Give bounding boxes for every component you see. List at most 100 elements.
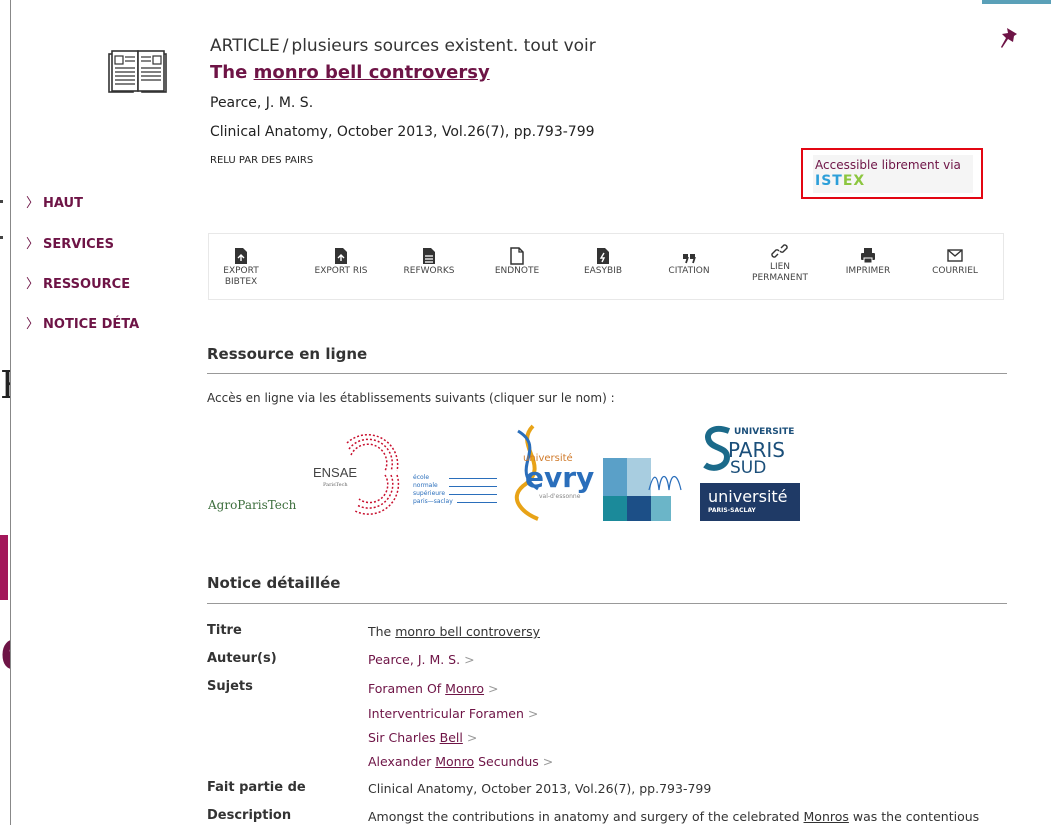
evry-logo-text: evry	[525, 461, 595, 494]
record-source: Clinical Anatomy, October 2013, Vol.26(7…	[210, 124, 595, 140]
background-dot	[0, 236, 3, 239]
ens-paris-saclay-logo[interactable]: école normale supérieure paris—saclay	[407, 466, 503, 521]
paris-saclay-text: PARIS-SACLAY	[708, 507, 756, 514]
nav-item-ressource[interactable]: 〉 RESSOURCE	[26, 273, 130, 292]
endnote-button[interactable]: ENDNOTE	[489, 244, 545, 277]
paris-sud-sud: SUD	[730, 458, 767, 478]
istex-access-label: Accessible librement via	[815, 158, 961, 172]
subject-text: Interventricular Foramen	[368, 706, 524, 721]
title-prefix: The	[368, 624, 396, 639]
univ-paris-sud-logo[interactable]: UNIVERSITE PARIS SUD université PARIS-SA…	[700, 425, 800, 521]
logo-square	[651, 496, 671, 521]
easybib-icon	[597, 248, 609, 264]
subject-text-underlined: Bell	[439, 730, 463, 745]
subject-text-underlined: Monro	[435, 754, 475, 769]
field-value-titre: The monro bell controversy	[368, 624, 540, 639]
ensae-logo-text: ENSAE	[313, 465, 358, 480]
univ-versailles-logo[interactable]	[603, 458, 697, 521]
title-link[interactable]: monro bell controversy	[395, 624, 540, 639]
toolbar-label: IMPRIMER	[845, 266, 891, 276]
subject-text: Sir Charles	[368, 730, 440, 745]
author-link[interactable]: Pearce, J. M. S. >	[368, 652, 475, 667]
nav-item-label: RESSOURCE	[43, 277, 131, 292]
chevron-right-icon: 〉	[26, 237, 40, 252]
detailed-record-heading: Notice détaillée	[207, 574, 341, 592]
field-label-description: Description	[207, 808, 292, 823]
refworks-icon	[423, 248, 435, 264]
nav-item-notice[interactable]: 〉 NOTICE DÉTA	[26, 313, 141, 332]
author-link-text: Pearce, J. M. S.	[368, 652, 461, 667]
ens-logo-line-deco	[449, 478, 497, 479]
quote-icon	[683, 254, 696, 264]
univ-evry-logo[interactable]: université evry val-d'essonne	[503, 421, 603, 521]
all-sources-link[interactable]: plusieurs sources existent. tout voir	[291, 36, 595, 56]
ens-logo-line-deco	[449, 494, 497, 495]
logo-square	[627, 496, 651, 521]
export-ris-button[interactable]: EXPORT RIS	[309, 244, 373, 277]
field-label-titre: Titre	[207, 623, 242, 638]
ens-logo-line: supérieure	[413, 490, 446, 497]
nav-item-label: HAUT	[43, 196, 83, 211]
subject-link[interactable]: Foramen Of Monro >	[368, 681, 499, 696]
permalink-button[interactable]: LIEN PERMANENT	[747, 240, 813, 284]
background-dot	[0, 200, 3, 203]
chevron-right-icon: >	[464, 652, 475, 667]
chevron-right-icon: >	[542, 754, 554, 769]
subject-link[interactable]: Alexander Monro Secundus >	[368, 754, 553, 769]
record-type-separator: /	[282, 36, 289, 56]
corner-accent	[982, 0, 1051, 4]
istex-logo: ISTEX	[815, 173, 865, 189]
field-value-fait-partie: Clinical Anatomy, October 2013, Vol.26(7…	[368, 781, 712, 796]
toolbar-label: COURRIEL	[932, 266, 978, 276]
section-divider	[207, 373, 1007, 374]
chevron-right-icon: 〉	[26, 317, 40, 332]
record-type: ARTICLE	[210, 36, 280, 56]
pin-icon[interactable]	[998, 26, 1020, 52]
agroparistech-logo[interactable]: AgroParisTech	[208, 493, 308, 521]
record-author: Pearce, J. M. S.	[210, 95, 314, 111]
chevron-right-icon: 〉	[26, 196, 40, 211]
print-button[interactable]: IMPRIMER	[839, 244, 897, 277]
subject-text: Secundus	[474, 754, 539, 769]
export-bibtex-icon	[235, 248, 247, 264]
ensae-logo-sub: ParisTech	[323, 482, 348, 488]
toolbar-label: EASYBIB	[583, 266, 623, 276]
mail-icon	[947, 249, 963, 262]
toolbar-label: EXPORT RIS	[314, 266, 368, 276]
newspaper-icon	[108, 50, 167, 93]
export-bibtex-button[interactable]: EXPORT BIBTEX	[223, 244, 259, 288]
chevron-right-icon: >	[527, 706, 539, 721]
ens-logo-line: paris—saclay	[413, 498, 453, 505]
chevron-right-icon: >	[488, 681, 499, 696]
endnote-icon	[510, 247, 524, 265]
online-resource-heading: Ressource en ligne	[207, 345, 368, 363]
field-label-fait-partie: Fait partie de	[207, 780, 306, 795]
nav-item-haut[interactable]: 〉 HAUT	[26, 192, 83, 211]
email-button[interactable]: COURRIEL	[925, 244, 985, 277]
toolbar-label: REFWORKS	[403, 266, 455, 276]
easybib-button[interactable]: EASYBIB	[576, 244, 630, 277]
description-text-underlined: Monros	[803, 809, 849, 824]
logo-square	[603, 458, 627, 496]
istex-logo-part: EX	[842, 173, 866, 189]
subject-text: Foramen Of	[368, 681, 446, 696]
subject-text-underlined: Monro	[445, 681, 485, 696]
evry-logo-sub: val-d'essonne	[539, 493, 581, 500]
description-text: Amongst the contributions in anatomy and…	[368, 809, 804, 824]
subject-link[interactable]: Sir Charles Bell >	[368, 730, 477, 745]
link-icon	[771, 244, 788, 258]
toolbar-label: EXPORT	[223, 266, 259, 276]
record-title[interactable]: The monro bell controversy	[210, 62, 490, 83]
nav-item-services[interactable]: 〉 SERVICES	[26, 233, 114, 252]
record-type-line: ARTICLE / plusieurs sources existent. tout…	[210, 36, 596, 56]
istex-access-link[interactable]: Accessible librement via ISTEX	[801, 148, 983, 199]
toolbar-label: LIEN	[769, 262, 791, 272]
record-title-link[interactable]: monro bell controversy	[254, 62, 490, 83]
refworks-button[interactable]: REFWORKS	[399, 244, 459, 277]
ensae-logo[interactable]: ENSAE ParisTech	[305, 425, 405, 521]
subject-link[interactable]: Interventricular Foramen >	[368, 706, 538, 721]
logo-square	[603, 496, 627, 521]
services-toolbar: EXPORT BIBTEX EXPORT RIS REFWORKS ENDNOT…	[208, 233, 1004, 300]
citation-button[interactable]: CITATION	[661, 244, 717, 277]
field-label-auteur: Auteur(s)	[207, 651, 277, 666]
